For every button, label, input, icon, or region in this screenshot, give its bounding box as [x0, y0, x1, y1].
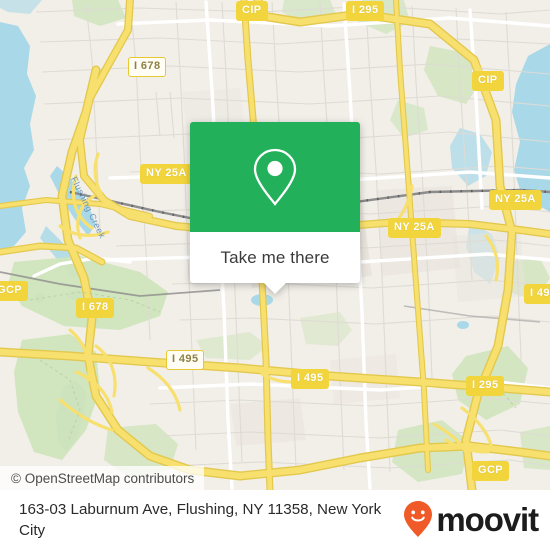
road-shield-i495-mid: I 495 [291, 369, 330, 389]
road-shield-i495-west: I 495 [166, 350, 205, 370]
road-shield-ny25a-east: NY 25A [489, 190, 542, 210]
moovit-wordmark: moovit [436, 500, 539, 538]
address-label: 163-03 Laburnum Ave, Flushing, NY 11358,… [19, 501, 382, 539]
road-shield-gcp-south: GCP [472, 461, 510, 481]
road-shield-i295-north: I 295 [346, 1, 385, 21]
road-shield-cip-north: CIP [236, 1, 268, 21]
moovit-pin-icon [404, 501, 433, 537]
map-canvas[interactable]: Flushing Creek CIP I 295 I 678 CIP NY 25… [0, 0, 550, 490]
osm-attribution[interactable]: © OpenStreetMap contributors [0, 466, 205, 490]
callout-pointer [264, 283, 286, 294]
road-shield-ny25a-mid: NY 25A [388, 218, 441, 238]
road-shield-i295-south: I 295 [466, 376, 505, 396]
footer-bar: 163-03 Laburnum Ave, Flushing, NY 11358,… [0, 490, 550, 550]
road-shield-i495-east: I 495 [524, 284, 550, 304]
road-shield-i678-south: I 678 [76, 298, 115, 318]
moovit-logo[interactable]: moovit [403, 500, 539, 538]
take-me-there-label: Take me there [220, 247, 330, 267]
road-shield-cip-east: CIP [472, 71, 504, 91]
moovit-map-screen: Flushing Creek CIP I 295 I 678 CIP NY 25… [0, 0, 550, 550]
location-callout-card[interactable]: Take me there [190, 122, 360, 294]
road-shield-ny25a-west: NY 25A [140, 164, 193, 184]
road-shield-gcp-west: GCP [0, 281, 29, 301]
take-me-there-button[interactable]: Take me there [190, 232, 360, 294]
callout-pin-panel [190, 122, 360, 232]
road-shield-i678-north: I 678 [128, 57, 167, 77]
map-pin-icon [253, 148, 297, 206]
osm-attribution-text: © OpenStreetMap contributors [11, 470, 195, 486]
